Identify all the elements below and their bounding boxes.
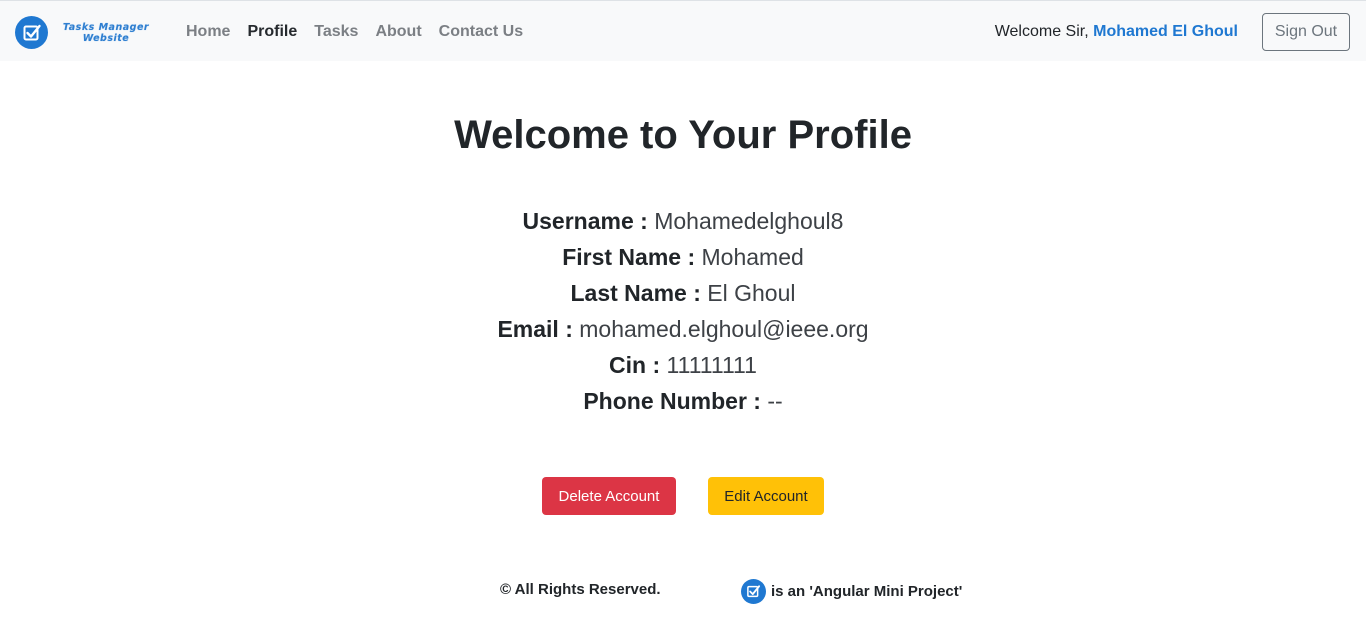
field-label: Phone Number :	[583, 388, 761, 414]
field-value: Mohamedelghoul8	[654, 208, 844, 234]
nav-item-about[interactable]: About	[375, 21, 421, 43]
checkbox-icon	[741, 579, 766, 604]
nav-item-profile[interactable]: Profile	[247, 21, 297, 43]
field-value: --	[767, 388, 783, 414]
project-note-text: is an 'Angular Mini Project'	[771, 583, 963, 600]
profile-field-phone-number: Phone Number : --	[0, 383, 1366, 419]
field-value: El Ghoul	[707, 280, 796, 306]
checkbox-icon	[15, 16, 48, 49]
brand-logo-link[interactable]: Tasks Manager Website	[15, 16, 156, 49]
user-name[interactable]: Mohamed El Ghoul	[1093, 23, 1238, 40]
brand-line-1: Tasks Manager	[62, 21, 150, 33]
field-value: 11111111	[666, 352, 757, 378]
profile-field-email: Email : mohamed.elghoul@ieee.org	[0, 311, 1366, 347]
footer-project-note: is an 'Angular Mini Project'	[741, 579, 962, 604]
field-value: mohamed.elghoul@ieee.org	[579, 316, 869, 342]
footer-rights: © All Rights Reserved.	[500, 581, 661, 598]
sign-out-button[interactable]: Sign Out	[1262, 13, 1350, 51]
profile-field-username: Username : Mohamedelghoul8	[0, 203, 1366, 239]
welcome-message: Welcome Sir, Mohamed El Ghoul	[995, 21, 1238, 43]
navbar: Tasks Manager Website Home Profile Tasks…	[0, 0, 1366, 61]
page-title: Welcome to Your Profile	[454, 113, 912, 157]
delete-account-button[interactable]: Delete Account	[542, 477, 676, 515]
field-label: First Name :	[562, 244, 696, 270]
welcome-prefix: Welcome Sir,	[994, 23, 1089, 40]
profile-info: Username : Mohamedelghoul8 First Name : …	[0, 203, 1366, 419]
field-label: Cin :	[609, 352, 661, 378]
nav-item-home[interactable]: Home	[186, 21, 230, 43]
field-label: Email :	[497, 316, 573, 342]
edit-account-button[interactable]: Edit Account	[708, 477, 824, 515]
field-value: Mohamed	[701, 244, 804, 270]
nav-links: Home Profile Tasks About Contact Us	[186, 21, 523, 43]
brand-line-2: Website	[82, 32, 130, 44]
nav-item-tasks[interactable]: Tasks	[314, 21, 358, 43]
field-label: Last Name :	[570, 280, 701, 306]
profile-field-last-name: Last Name : El Ghoul	[0, 275, 1366, 311]
profile-field-cin: Cin : 11111111	[0, 347, 1366, 383]
profile-field-first-name: First Name : Mohamed	[0, 239, 1366, 275]
brand-name: Tasks Manager Website	[56, 22, 156, 44]
field-label: Username :	[522, 208, 648, 234]
nav-item-contact-us[interactable]: Contact Us	[439, 21, 523, 43]
